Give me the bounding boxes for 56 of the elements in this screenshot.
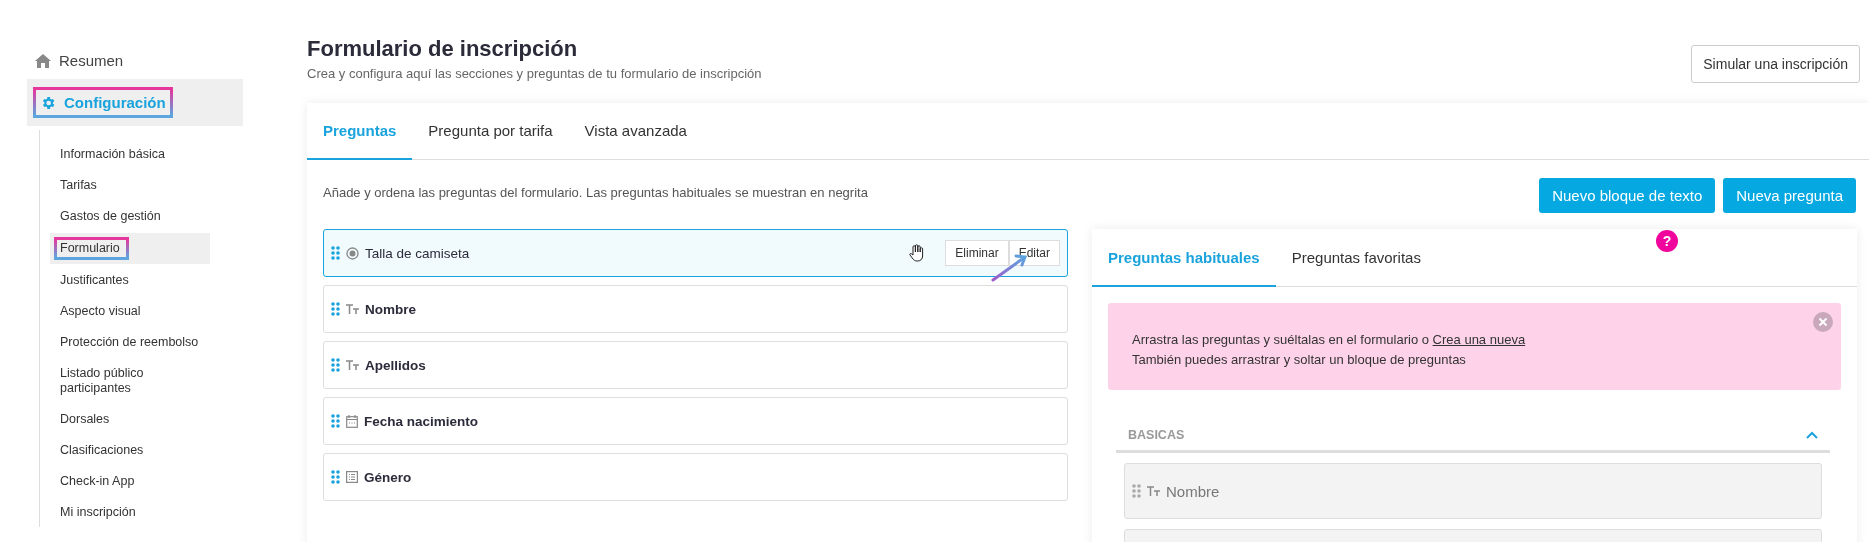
drag-handle-icon[interactable] xyxy=(331,302,340,316)
submenu-item[interactable]: Check-in App xyxy=(50,467,210,496)
drag-handle-icon[interactable] xyxy=(331,246,340,260)
submenu-item[interactable]: Aspecto visual xyxy=(50,297,210,326)
tab[interactable]: Pregunta por tarifa xyxy=(412,103,569,160)
row-button[interactable]: Eliminar xyxy=(945,240,1009,266)
submenu-item[interactable]: Mi inscripción xyxy=(50,498,210,527)
alert-text: Arrastra las preguntas y suéltalas en el formulario o Crea una nueva xyxy=(1132,331,1527,349)
page-title: Formulario de inscripción xyxy=(307,36,579,62)
text-type-icon xyxy=(1147,486,1160,496)
submenu-item[interactable]: Gastos de gestión xyxy=(50,202,210,231)
question-label: Género xyxy=(364,469,412,485)
description-text: Añade y ordena las preguntas del formulario. Las preguntas habituales se muestran en negrita xyxy=(323,185,868,200)
tab[interactable]: Vista avanzada xyxy=(568,103,703,160)
create-link[interactable]: Crea una nueva xyxy=(1432,332,1526,347)
sidebar-item[interactable]: Resumen xyxy=(27,46,243,75)
drag-handle-icon[interactable] xyxy=(1132,484,1141,498)
chevron-icon[interactable] xyxy=(1806,431,1818,439)
question-row[interactable]: Apellidos xyxy=(323,341,1068,389)
tab[interactable]: Preguntas favoritas xyxy=(1275,229,1437,287)
alert-text: También puedes arrastrar y soltar un bloque de preguntas xyxy=(1132,351,1467,369)
submenu-item[interactable]: Dorsales xyxy=(50,405,210,434)
sidebar-label: Resumen xyxy=(59,52,124,69)
drag-handle-icon[interactable] xyxy=(331,358,340,372)
question-label: Nombre xyxy=(365,301,416,317)
submenu-item[interactable]: Protección de reembolso xyxy=(50,328,210,357)
close-icon[interactable] xyxy=(1813,312,1833,332)
question-label: Fecha nacimiento xyxy=(364,413,479,429)
submenu-item[interactable]: Justificantes xyxy=(50,266,210,295)
sidebar-label: Configuración xyxy=(64,94,166,111)
highlight-frame: Formulario xyxy=(54,237,129,260)
settings-icon xyxy=(40,94,56,111)
page-subtitle: Crea y configura aquí las secciones y preguntas de tu formulario de inscripción xyxy=(307,66,762,81)
submenu-item[interactable]: Información básica xyxy=(50,140,210,169)
question-label: Apellidos xyxy=(365,357,426,373)
section-title: BASICAS xyxy=(1128,428,1185,442)
question-label: Talla de camiseta xyxy=(365,245,470,261)
hand-cursor-icon xyxy=(909,244,926,262)
submenu-item[interactable]: Tarifas xyxy=(50,171,210,200)
list-icon xyxy=(346,471,358,483)
radio-icon xyxy=(346,246,359,260)
submenu-item[interactable]: Formulario xyxy=(50,233,210,264)
drag-handle-icon[interactable] xyxy=(331,470,340,484)
question-row[interactable]: Género xyxy=(323,453,1068,501)
simulate-button[interactable]: Simular una inscripción xyxy=(1691,45,1860,83)
question-row[interactable]: Nombre xyxy=(323,285,1068,333)
library-item-label: Nombre xyxy=(1166,482,1220,500)
submenu-item[interactable]: Clasificaciones xyxy=(50,436,210,465)
library-item[interactable]: Nombre xyxy=(1124,463,1822,519)
submenu-item[interactable]: Listado público participantes xyxy=(50,359,210,403)
drag-handle-icon[interactable] xyxy=(331,414,340,428)
home-icon xyxy=(35,53,51,68)
text-type-icon xyxy=(346,360,359,370)
calendar-icon xyxy=(346,414,358,428)
text-type-icon xyxy=(346,304,359,314)
question-row[interactable]: Fecha nacimiento xyxy=(323,397,1068,445)
